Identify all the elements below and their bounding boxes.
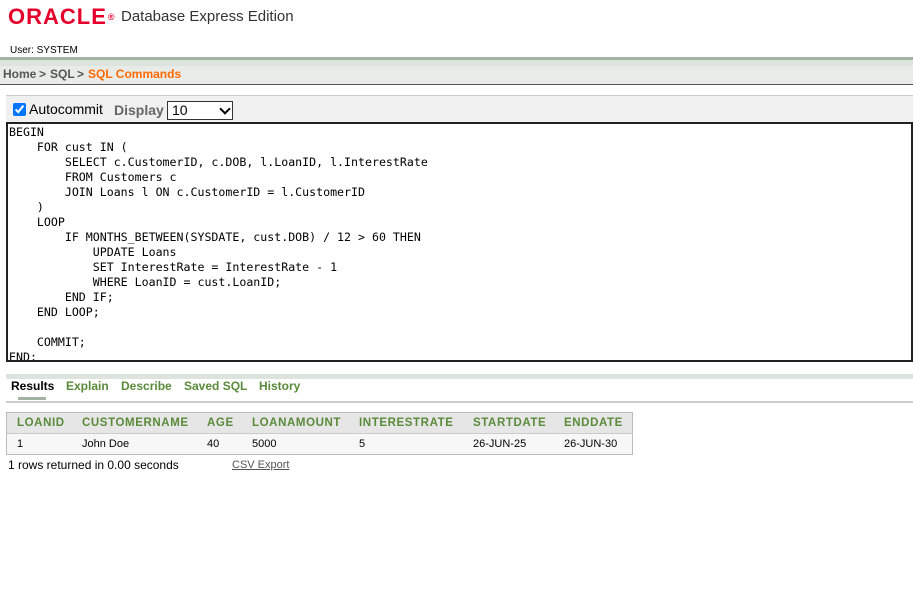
registered-mark: ® (107, 12, 116, 22)
code-line: JOIN Loans l ON c.CustomerID = l.Custome… (9, 185, 365, 199)
csv-export-link[interactable]: CSV Export (232, 459, 289, 471)
code-line: LOOP (9, 215, 65, 229)
logo-text: ORACLE (8, 4, 107, 29)
column-header-interestrate: INTERESTRATE (349, 412, 463, 434)
code-line: IF MONTHS_BETWEEN(SYSDATE, cust.DOB) / 1… (9, 230, 421, 244)
autocommit-checkbox[interactable] (13, 102, 26, 116)
breadcrumb-current: SQL Commands (88, 67, 182, 81)
tab-saved-sql[interactable]: Saved SQL (184, 379, 247, 393)
chevron-down-icon (219, 103, 231, 115)
cell-interestrate: 5 (349, 433, 463, 455)
code-line: END; (9, 350, 37, 362)
column-header-startdate: STARTDATE (463, 412, 554, 434)
breadcrumb-sql[interactable]: SQL (50, 66, 75, 83)
code-line: FROM Customers c (9, 170, 177, 184)
cell-age: 40 (197, 433, 242, 455)
code-line: SET InterestRate = InterestRate - 1 (9, 260, 338, 274)
column-header-loanamount: LOANAMOUNT (242, 412, 349, 434)
cell-loanid: 1 (6, 433, 72, 455)
cell-enddate: 26-JUN-30 (554, 433, 633, 455)
code-line: UPDATE Loans (9, 245, 177, 259)
sql-toolbar: Autocommit Display 10 (6, 95, 913, 122)
code-line: SELECT c.CustomerID, c.DOB, l.LoanID, l.… (9, 155, 428, 169)
cell-startdate: 26-JUN-25 (463, 433, 554, 455)
column-header-age: AGE (197, 412, 242, 434)
code-line: ) (9, 200, 44, 214)
code-line: BEGIN (9, 125, 44, 139)
autocommit-toggle[interactable]: Autocommit (13, 101, 103, 117)
cell-customername: John Doe (72, 433, 197, 455)
active-tab-indicator (18, 397, 46, 400)
display-rows-value: 10 (172, 102, 188, 118)
tabs-bottom-divider (6, 401, 913, 403)
column-header-loanid: LOANID (6, 412, 72, 434)
code-line: END IF; (9, 290, 114, 304)
tab-describe[interactable]: Describe (121, 379, 172, 393)
display-rows-select[interactable]: 10 (167, 101, 233, 120)
sql-editor[interactable]: BEGIN FOR cust IN ( SELECT c.CustomerID,… (6, 122, 913, 362)
tab-results[interactable]: Results (11, 379, 54, 393)
tab-explain[interactable]: Explain (66, 379, 109, 393)
code-line: COMMIT; (9, 335, 86, 349)
table-header-row: LOANID CUSTOMERNAME AGE LOANAMOUNT INTER… (6, 412, 633, 434)
autocommit-label: Autocommit (29, 101, 103, 117)
display-label: Display (114, 102, 164, 118)
column-header-enddate: ENDDATE (554, 412, 633, 434)
breadcrumb-home[interactable]: Home (3, 66, 36, 83)
table-row: 1 John Doe 40 5000 5 26-JUN-25 26-JUN-30 (6, 433, 633, 455)
breadcrumb: Home > SQL > SQL Commands (0, 66, 913, 85)
current-user: User: SYSTEM (10, 45, 78, 56)
rows-returned-info: 1 rows returned in 0.00 seconds (8, 458, 179, 472)
code-line: WHERE LoanID = cust.LoanID; (9, 275, 282, 289)
oracle-logo[interactable]: ORACLE® (8, 6, 116, 28)
column-header-customername: CUSTOMERNAME (72, 412, 197, 434)
cell-loanamount: 5000 (242, 433, 349, 455)
tab-history[interactable]: History (259, 379, 300, 393)
breadcrumb-separator: > (39, 67, 47, 81)
code-line: END LOOP; (9, 305, 100, 319)
product-name: Database Express Edition (121, 8, 294, 25)
code-line: FOR cust IN ( (9, 140, 128, 154)
results-table: LOANID CUSTOMERNAME AGE LOANAMOUNT INTER… (6, 412, 633, 455)
breadcrumb-separator: > (77, 67, 85, 81)
app-header: ORACLE® Database Express Edition User: S… (0, 0, 913, 58)
